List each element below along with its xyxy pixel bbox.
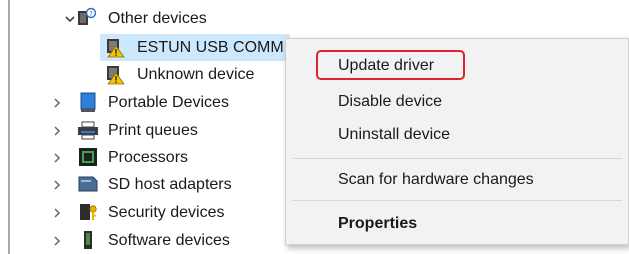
tree-item-sd-host-adapters[interactable]: SD host adapters: [108, 175, 232, 195]
menu-item-label: Properties: [338, 215, 418, 232]
chevron-right-icon[interactable]: [50, 124, 64, 138]
sd-card-icon: [77, 173, 99, 195]
tree-item-unknown-device[interactable]: Unknown device: [137, 65, 254, 85]
processor-icon: [77, 146, 99, 168]
tree-item-portable-devices[interactable]: Portable Devices: [108, 93, 229, 113]
menu-item-update-driver[interactable]: Update driver: [286, 51, 628, 81]
chevron-right-icon[interactable]: [50, 96, 64, 110]
svg-text:?: ?: [89, 10, 93, 18]
context-menu: Update driver Disable device Uninstall d…: [285, 38, 629, 245]
portable-device-icon: [77, 91, 99, 113]
tree-left-border: [8, 0, 10, 254]
warning-device-icon: ?: [76, 7, 98, 29]
chevron-right-icon[interactable]: [50, 151, 64, 165]
menu-item-disable-device[interactable]: Disable device: [286, 87, 628, 117]
menu-item-label: Update driver: [338, 57, 435, 74]
printer-icon: [77, 119, 99, 141]
tree-item-print-queues[interactable]: Print queues: [108, 121, 198, 141]
chevron-right-icon[interactable]: [50, 206, 64, 220]
menu-separator: [292, 158, 622, 159]
menu-item-uninstall-device[interactable]: Uninstall device: [286, 120, 628, 150]
tree-item-other-devices[interactable]: Other devices: [108, 9, 207, 29]
tree-item-software-devices[interactable]: Software devices: [108, 231, 230, 251]
menu-item-properties[interactable]: Properties: [286, 209, 628, 239]
chevron-down-icon[interactable]: [63, 12, 77, 26]
menu-item-label: Scan for hardware changes: [338, 171, 534, 188]
tree-item-processors[interactable]: Processors: [108, 148, 188, 168]
menu-item-scan-hardware[interactable]: Scan for hardware changes: [286, 165, 628, 195]
security-device-icon: [77, 201, 99, 223]
chevron-right-icon[interactable]: [50, 234, 64, 248]
tree-item-estun-usb[interactable]: ESTUN USB COMM: [137, 38, 284, 58]
warning-device-icon: [105, 36, 127, 58]
menu-separator: [292, 200, 622, 201]
software-device-icon: [77, 229, 99, 251]
tree-item-security-devices[interactable]: Security devices: [108, 203, 225, 223]
chevron-right-icon[interactable]: [50, 178, 64, 192]
menu-item-label: Uninstall device: [338, 126, 451, 143]
warning-device-icon: [105, 63, 127, 85]
menu-item-label: Disable device: [338, 93, 443, 110]
